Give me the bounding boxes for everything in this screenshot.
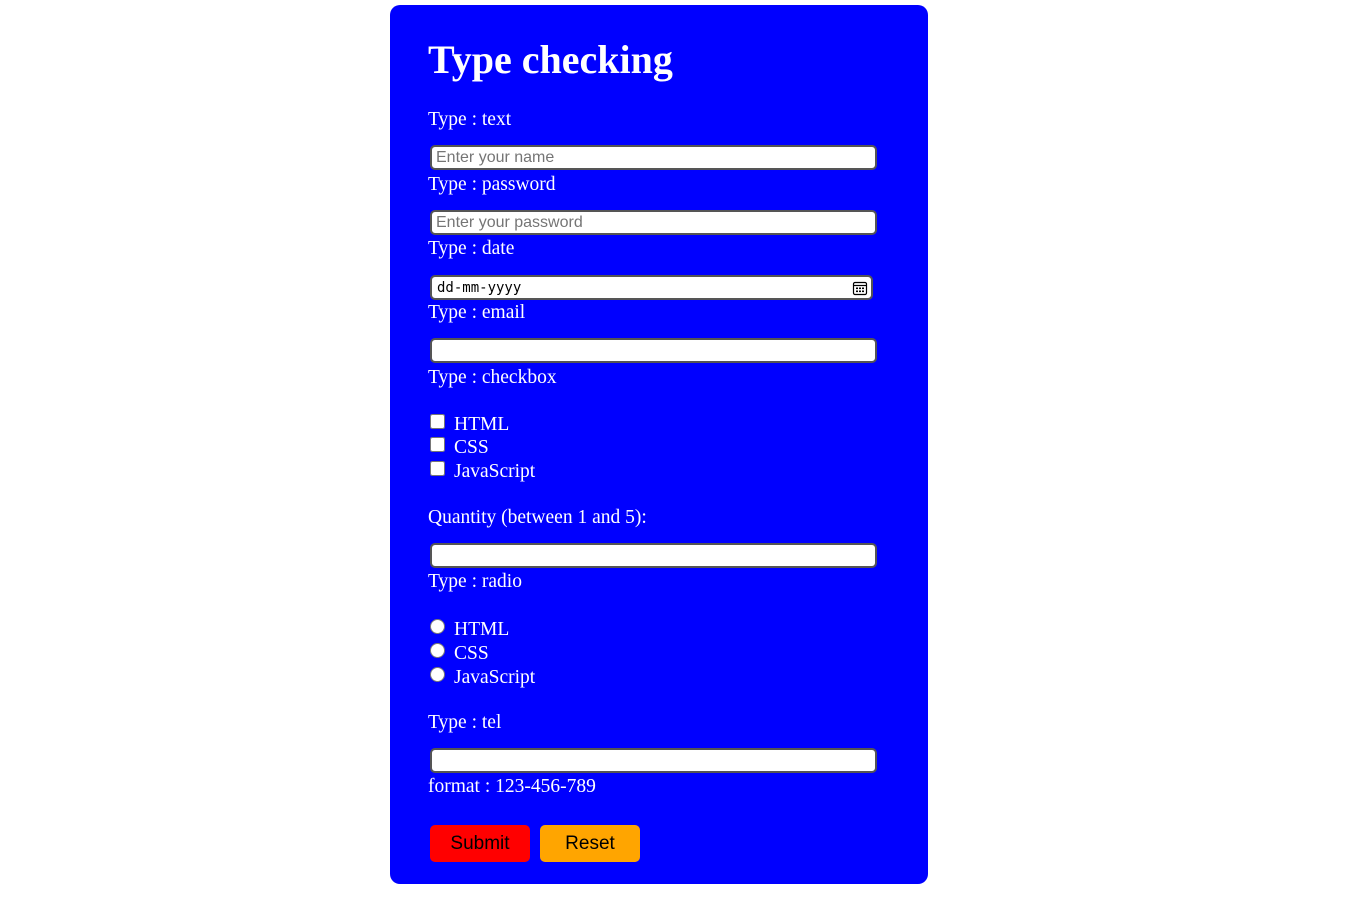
text-type-label: Type : text — [428, 109, 512, 130]
tel-format-hint: format : 123-456-789 — [428, 776, 596, 797]
name-input[interactable] — [430, 145, 877, 170]
date-input[interactable]: dd-mm-yyyy — [430, 275, 873, 300]
css-radio[interactable] — [430, 643, 445, 658]
javascript-checkbox[interactable] — [430, 461, 445, 476]
checkbox-label-css: CSS — [454, 437, 489, 458]
type-checking-form: Type checking Type : text Type : passwor… — [390, 5, 928, 884]
password-input[interactable] — [430, 210, 877, 235]
checkbox-label-html: HTML — [454, 414, 510, 435]
submit-button[interactable]: Submit — [430, 825, 530, 862]
quantity-input[interactable] — [430, 543, 877, 568]
calendar-icon[interactable] — [852, 280, 868, 296]
javascript-radio[interactable] — [430, 667, 445, 682]
radio-type-label: Type : radio — [428, 571, 522, 592]
quantity-label: Quantity (between 1 and 5): — [428, 507, 647, 528]
tel-input[interactable] — [430, 748, 877, 773]
html-radio[interactable] — [430, 619, 445, 634]
checkbox-label-javascript: JavaScript — [454, 461, 536, 482]
email-input[interactable] — [430, 338, 877, 363]
tel-type-label: Type : tel — [428, 712, 502, 733]
checkbox-type-label: Type : checkbox — [428, 367, 557, 388]
form-title: Type checking — [428, 37, 673, 82]
date-type-label: Type : date — [428, 238, 515, 259]
radio-label-javascript: JavaScript — [454, 667, 536, 688]
html-checkbox[interactable] — [430, 414, 445, 429]
date-placeholder: dd-mm-yyyy — [437, 280, 522, 296]
reset-button[interactable]: Reset — [540, 825, 640, 862]
password-type-label: Type : password — [428, 174, 556, 195]
email-type-label: Type : email — [428, 302, 526, 323]
radio-label-css: CSS — [454, 643, 489, 664]
css-checkbox[interactable] — [430, 437, 445, 452]
radio-label-html: HTML — [454, 619, 510, 640]
